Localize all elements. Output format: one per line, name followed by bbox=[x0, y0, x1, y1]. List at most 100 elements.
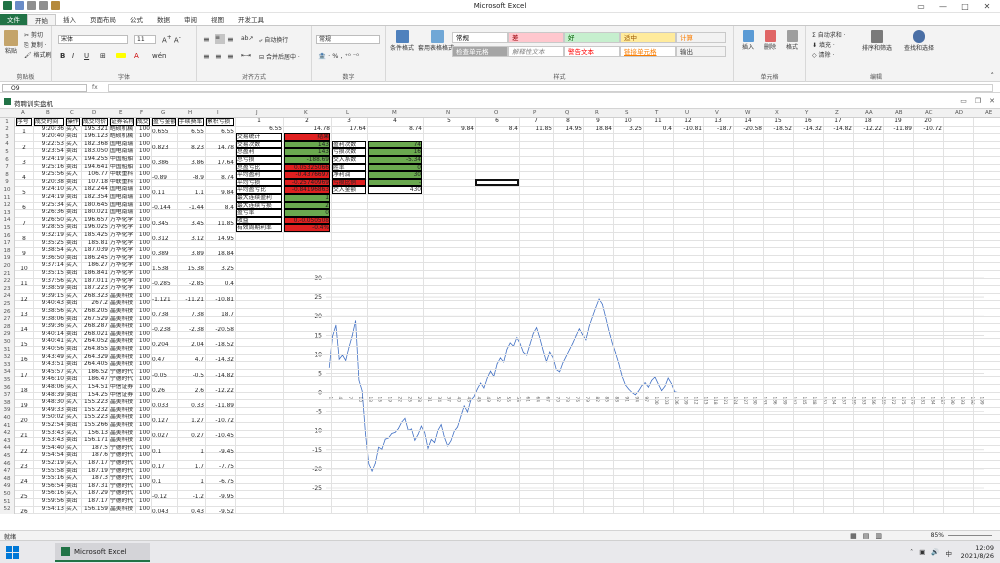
pnl-amount-cell[interactable]: -1.44 bbox=[178, 205, 204, 212]
trade-action-cell[interactable]: 买入 bbox=[66, 232, 80, 239]
trade-qty-cell[interactable]: 100 bbox=[136, 278, 150, 285]
cumulative-pnl-cell[interactable]: 18.7 bbox=[206, 312, 234, 319]
pnl-ratio-cell[interactable]: -1.121 bbox=[152, 297, 176, 304]
trade-qty-cell[interactable]: 100 bbox=[136, 323, 150, 330]
tab-review[interactable]: 审阅 bbox=[177, 14, 204, 25]
cumulative-pnl-cell[interactable]: -10.45 bbox=[206, 433, 234, 440]
trade-qty-cell[interactable]: 100 bbox=[136, 376, 150, 383]
pnl-ratio-cell[interactable]: -0.12 bbox=[152, 494, 176, 501]
style-normal[interactable]: 常规 bbox=[452, 32, 508, 43]
row-header-9[interactable]: 9 bbox=[0, 179, 14, 185]
autosum-button[interactable]: Σ 自动求和 · bbox=[812, 30, 846, 39]
trade-time-cell[interactable]: 9:38:06 bbox=[34, 316, 64, 323]
column-header-q[interactable]: Q bbox=[565, 110, 569, 116]
cumulative-pnl-cell[interactable]: -9.45 bbox=[206, 449, 234, 456]
trade-time-cell[interactable]: 9:40:14 bbox=[34, 331, 64, 338]
pnl-ratio-cell[interactable]: 0.312 bbox=[152, 236, 176, 243]
trade-number-cell[interactable]: 2 bbox=[284, 118, 330, 125]
row-header-4[interactable]: 4 bbox=[0, 141, 14, 147]
trade-time-cell[interactable]: 9:39:15 bbox=[34, 293, 64, 300]
name-box[interactable]: O9 bbox=[2, 84, 87, 92]
trade-index-cell[interactable]: 14 bbox=[16, 327, 32, 334]
trade-qty-cell[interactable]: 100 bbox=[136, 126, 150, 133]
workbook-restore-button[interactable]: ❐ bbox=[975, 97, 981, 105]
row-header-40[interactable]: 40 bbox=[0, 415, 14, 421]
trade-price-cell[interactable]: 186.47 bbox=[82, 376, 108, 383]
trade-price-cell[interactable]: 186.52 bbox=[82, 369, 108, 376]
phonetic-button[interactable]: wén bbox=[152, 52, 166, 60]
trade-price-cell[interactable]: 155.223 bbox=[82, 414, 108, 421]
cumulative-value-cell[interactable]: -10.72 bbox=[914, 126, 942, 133]
column-header-b[interactable]: B bbox=[46, 110, 50, 116]
trade-qty-cell[interactable]: 100 bbox=[136, 361, 150, 368]
trade-number-cell[interactable]: 13 bbox=[704, 118, 732, 125]
row-header-44[interactable]: 44 bbox=[0, 445, 14, 451]
security-name-cell[interactable]: 晶美科技 bbox=[110, 430, 134, 437]
row-header-51[interactable]: 51 bbox=[0, 499, 14, 505]
header-cell[interactable]: 成交均价 bbox=[82, 118, 108, 126]
trade-number-cell[interactable]: 12 bbox=[674, 118, 702, 125]
cumulative-pnl-cell[interactable]: -10.81 bbox=[206, 297, 234, 304]
row-header-16[interactable]: 16 bbox=[0, 233, 14, 239]
trade-qty-cell[interactable]: 100 bbox=[136, 452, 150, 459]
trade-time-cell[interactable]: 9:35:15 bbox=[34, 270, 64, 277]
row-header-52[interactable]: 52 bbox=[0, 506, 14, 512]
trade-qty-cell[interactable]: 100 bbox=[136, 369, 150, 376]
collapse-ribbon-icon[interactable]: ˄ bbox=[991, 72, 995, 80]
trade-number-cell[interactable]: 5 bbox=[424, 118, 474, 125]
trade-time-cell[interactable]: 9:43:49 bbox=[34, 354, 64, 361]
security-name-cell[interactable]: 晶美科技 bbox=[110, 414, 134, 421]
wrap-text-button[interactable]: ⤶ 自动换行 bbox=[259, 35, 288, 45]
security-name-cell[interactable]: 万华化学 bbox=[110, 232, 134, 239]
stat-value-cell[interactable]: -0.4376697 bbox=[284, 171, 330, 179]
trade-price-cell[interactable]: 268.205 bbox=[82, 308, 108, 315]
security-name-cell[interactable]: 国电南瑞 bbox=[110, 194, 134, 201]
security-name-cell[interactable]: 万华化学 bbox=[110, 262, 134, 269]
security-name-cell[interactable]: 宁德时代 bbox=[110, 475, 134, 482]
security-name-cell[interactable]: 宁德时代 bbox=[110, 376, 134, 383]
row-header-39[interactable]: 39 bbox=[0, 407, 14, 413]
stat-label-cell[interactable]: 总亏损 bbox=[236, 156, 282, 164]
trade-time-cell[interactable]: 9:20:36 bbox=[34, 126, 64, 133]
security-name-cell[interactable]: 晶美科技 bbox=[110, 361, 134, 368]
security-name-cell[interactable]: 皓硕机械 bbox=[110, 133, 134, 140]
row-header-14[interactable]: 14 bbox=[0, 217, 14, 223]
format-painter-button[interactable]: 🖌 格式刷 bbox=[24, 50, 52, 59]
trade-price-cell[interactable]: 264.405 bbox=[82, 361, 108, 368]
column-header-i[interactable]: I bbox=[217, 110, 219, 116]
pnl-ratio-cell[interactable]: 0.26 bbox=[152, 388, 176, 395]
pnl-ratio-cell[interactable]: 0.47 bbox=[152, 357, 176, 364]
trade-number-cell[interactable]: 7 bbox=[520, 118, 552, 125]
row-header-23[interactable]: 23 bbox=[0, 286, 14, 292]
pnl-amount-cell[interactable]: 8.23 bbox=[178, 145, 204, 152]
trade-action-cell[interactable]: 卖出 bbox=[66, 468, 80, 475]
security-name-cell[interactable]: 皓硕机械 bbox=[110, 126, 134, 133]
row-header-11[interactable]: 11 bbox=[0, 195, 14, 201]
row-header-12[interactable]: 12 bbox=[0, 202, 14, 208]
column-header-ad[interactable]: AD bbox=[955, 110, 963, 116]
trade-action-cell[interactable]: 卖出 bbox=[66, 300, 80, 307]
security-name-cell[interactable]: 国电南瑞 bbox=[110, 141, 134, 148]
trade-index-cell[interactable]: 9 bbox=[16, 251, 32, 258]
cumulative-value-cell[interactable]: -18.7 bbox=[704, 126, 732, 133]
pnl-amount-cell[interactable]: 6.55 bbox=[178, 129, 204, 136]
grow-font-button[interactable]: A+ A- bbox=[162, 35, 181, 44]
trade-price-cell[interactable]: 182.244 bbox=[82, 186, 108, 193]
trade-time-cell[interactable]: 9:54:40 bbox=[34, 445, 64, 452]
row-header-22[interactable]: 22 bbox=[0, 278, 14, 284]
trade-qty-cell[interactable]: 100 bbox=[136, 179, 150, 186]
trade-action-cell[interactable]: 卖出 bbox=[66, 407, 80, 414]
cumulative-pnl-cell[interactable]: -9.95 bbox=[206, 494, 234, 501]
column-header-m[interactable]: M bbox=[392, 110, 397, 116]
column-header-x[interactable]: X bbox=[775, 110, 779, 116]
row-header-30[interactable]: 30 bbox=[0, 339, 14, 345]
header-cell[interactable]: 累积亏损 bbox=[206, 118, 234, 126]
trade-number-cell[interactable]: 4 bbox=[368, 118, 422, 125]
trade-qty-cell[interactable]: 100 bbox=[136, 468, 150, 475]
tab-page-layout[interactable]: 页面布局 bbox=[83, 14, 123, 25]
trade-time-cell[interactable]: 9:28:55 bbox=[34, 224, 64, 231]
trade-price-cell[interactable]: 180.645 bbox=[82, 202, 108, 209]
pnl-ratio-cell[interactable]: 0.345 bbox=[152, 221, 176, 228]
trade-action-cell[interactable]: 卖出 bbox=[66, 392, 80, 399]
trade-index-cell[interactable]: 10 bbox=[16, 266, 32, 273]
